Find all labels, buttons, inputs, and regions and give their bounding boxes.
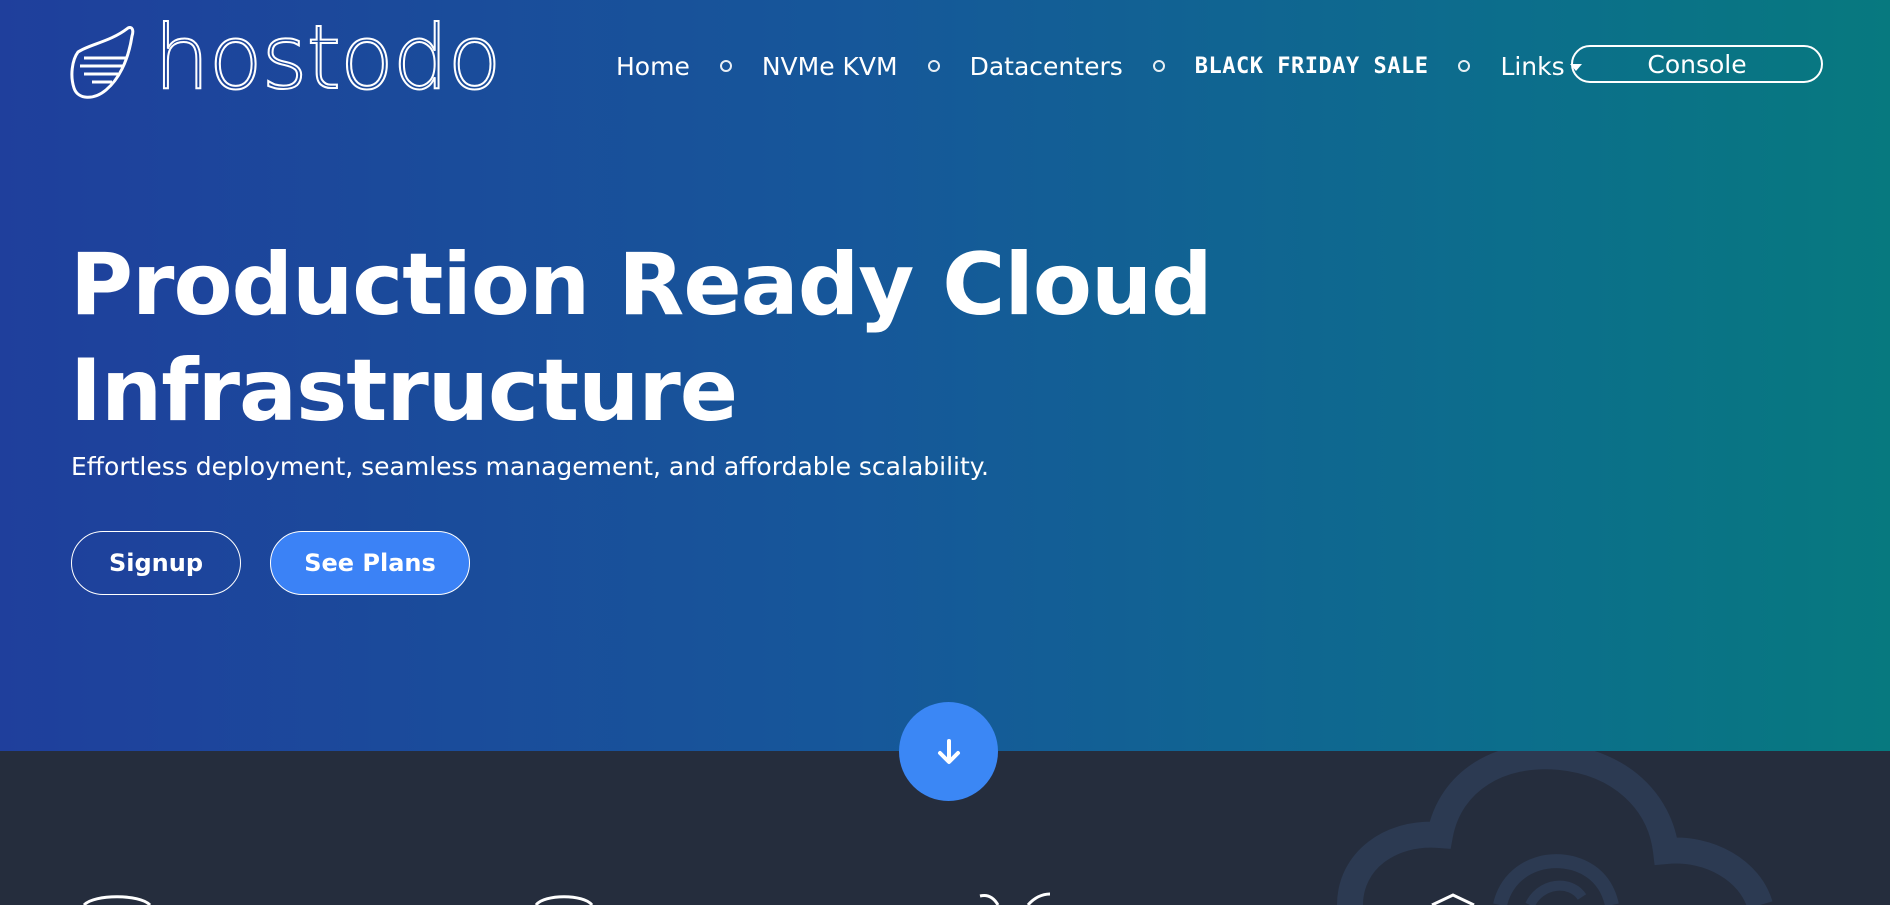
cloud-icon: [1337, 751, 1773, 905]
nav-separator: [1152, 60, 1165, 72]
hero-section: hostodo Home NVMe KVM Datacenters BLACK …: [0, 0, 1890, 751]
nav-nvme-kvm[interactable]: NVMe KVM: [762, 52, 898, 81]
feature-icon-3: [979, 892, 1051, 905]
feature-icon-4: [1431, 893, 1475, 905]
hero-title: Production Ready Cloud Infrastructure: [70, 232, 1270, 444]
brand-logo[interactable]: hostodo: [70, 13, 503, 103]
feature-icon-1: [82, 895, 152, 905]
arrow-down-icon: [937, 738, 960, 764]
nav-separator: [1458, 60, 1471, 72]
hero-title-line-2: Infrastructure: [70, 341, 738, 441]
hostodo-logo-mark-icon: [70, 26, 135, 99]
see-plans-button[interactable]: See Plans: [270, 531, 470, 595]
nav-black-friday-sale[interactable]: BLACK FRIDAY SALE: [1195, 54, 1429, 79]
nav-home[interactable]: Home: [616, 52, 690, 81]
main-nav: Home NVMe KVM Datacenters BLACK FRIDAY S…: [616, 44, 1582, 88]
nav-separator: [927, 60, 940, 72]
nav-links-label: Links: [1500, 51, 1565, 81]
nav-separator: [719, 60, 732, 72]
hero-subtitle: Effortless deployment, seamless manageme…: [71, 452, 989, 481]
hero-title-line-1: Production Ready Cloud: [70, 235, 1213, 335]
scroll-down-button[interactable]: [899, 702, 998, 801]
brand-name: hostodo: [153, 6, 503, 109]
nav-datacenters[interactable]: Datacenters: [970, 52, 1123, 81]
feature-icon-2: [534, 895, 594, 905]
signup-button[interactable]: Signup: [71, 531, 241, 595]
nav-links-dropdown[interactable]: Links: [1500, 51, 1582, 81]
console-button[interactable]: Console: [1571, 45, 1823, 83]
